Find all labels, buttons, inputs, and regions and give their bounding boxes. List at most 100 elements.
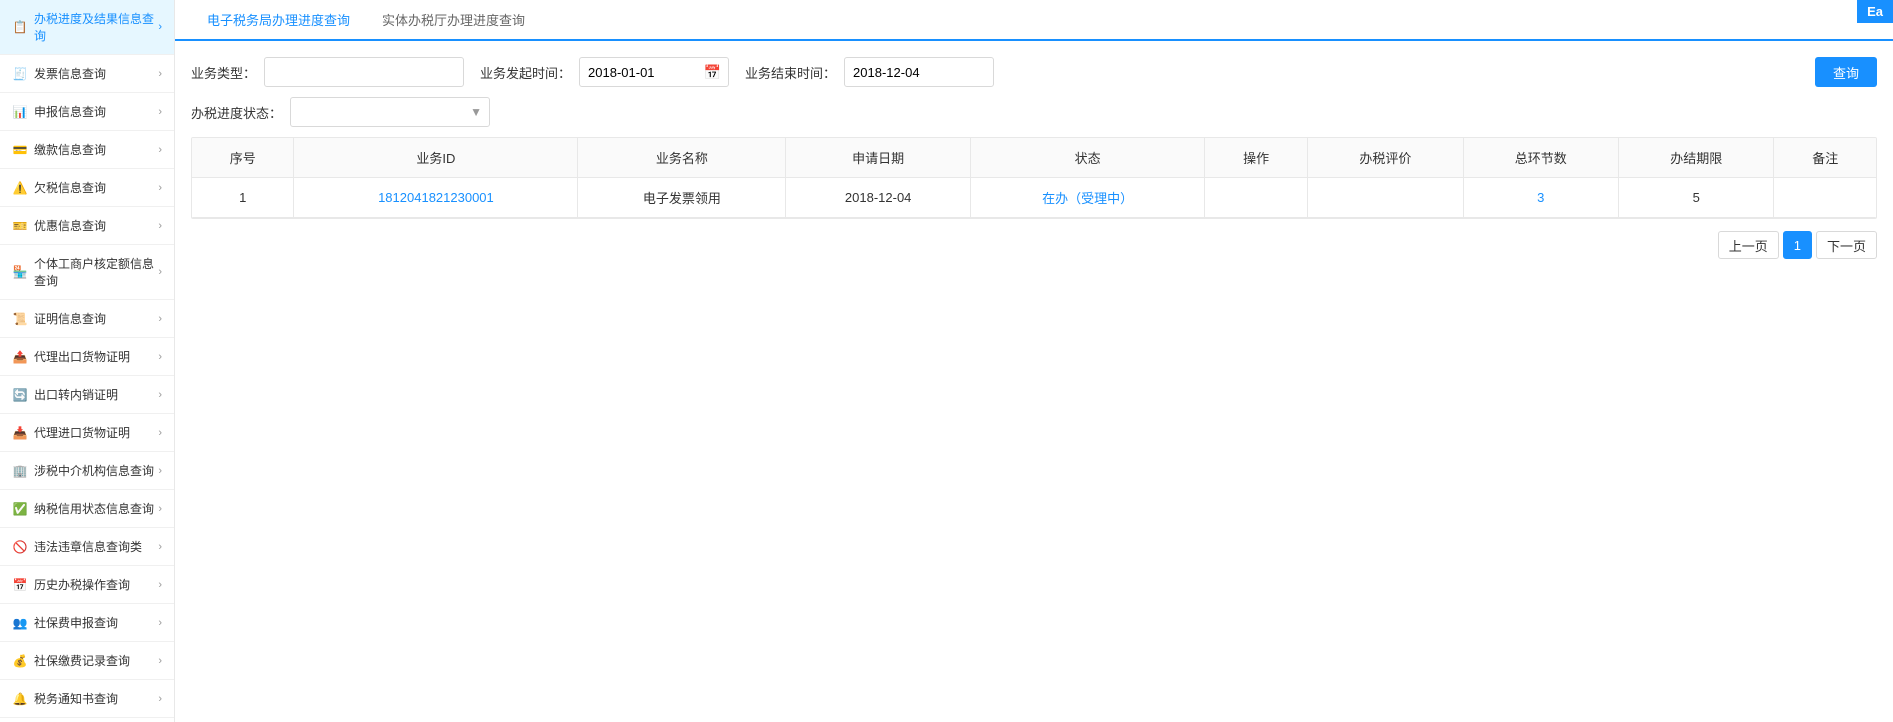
cert-icon: 📜 xyxy=(12,311,28,327)
chevron-right-icon: › xyxy=(158,693,162,705)
table-row: 11812041821230001电子发票领用2018-12-04在办（受理中）… xyxy=(192,178,1876,218)
progress-status-select[interactable] xyxy=(290,97,490,127)
col-header-0: 序号 xyxy=(192,138,294,178)
progress-status-label: 办税进度状态： xyxy=(191,103,282,122)
chevron-right-icon: › xyxy=(158,617,162,629)
sidebar-item-left: 💰 社保缴费记录查询 xyxy=(12,652,130,669)
chevron-right-icon: › xyxy=(158,655,162,667)
tab-tab-physical[interactable]: 实体办税厅办理进度查询 xyxy=(366,0,541,41)
sidebar-item-left: 📥 代理进口货物证明 xyxy=(12,424,130,441)
sidebar-item-jiao-kuan-xin-xi[interactable]: 💳 缴款信息查询 › xyxy=(0,131,174,169)
sidebar-item-label: 纳税信用状态信息查询 xyxy=(34,500,154,517)
sidebar-item-dai-li-chu-kou[interactable]: 📤 代理出口货物证明 › xyxy=(0,338,174,376)
col-header-2: 业务名称 xyxy=(578,138,786,178)
sidebar-item-label: 个体工商户核定额信息查询 xyxy=(34,255,158,289)
end-date-input[interactable] xyxy=(844,57,994,87)
start-time-label: 业务发起时间： xyxy=(480,63,571,82)
sidebar-item-fa-piao-xin-xi[interactable]: 🧾 发票信息查询 › xyxy=(0,55,174,93)
col-header-5: 操作 xyxy=(1205,138,1308,178)
cell-link[interactable]: 在办（受理中） xyxy=(1042,191,1133,206)
sidebar-item-left: 🔔 税务通知书查询 xyxy=(12,690,118,707)
chevron-right-icon: › xyxy=(158,579,162,591)
social-icon: 👥 xyxy=(12,615,28,631)
cell-link[interactable]: 3 xyxy=(1537,190,1544,205)
progress-status-field: 办税进度状态： ▼ xyxy=(191,97,490,127)
sidebar-item-label: 涉税中介机构信息查询 xyxy=(34,462,154,479)
main-content: 电子税务局办理进度查询实体办税厅办理进度查询 业务类型： 业务发起时间： 📅 业… xyxy=(175,0,1893,722)
chevron-right-icon: › xyxy=(158,503,162,515)
table-body: 11812041821230001电子发票领用2018-12-04在办（受理中）… xyxy=(192,178,1876,218)
table-cell-0-8: 5 xyxy=(1619,178,1774,218)
sidebar-item-kua-qu-yu-she-shui[interactable]: 🗺️ 跨区域涉税事项报告查询 › xyxy=(0,718,174,722)
start-time-field: 业务发起时间： 📅 xyxy=(480,57,729,87)
prev-page-button[interactable]: 上一页 xyxy=(1718,231,1779,259)
chevron-right-icon: › xyxy=(158,220,162,232)
sidebar-item-label: 申报信息查询 xyxy=(34,103,106,120)
table-cell-0-7[interactable]: 3 xyxy=(1463,178,1618,218)
chevron-right-icon: › xyxy=(158,351,162,363)
business-type-input[interactable] xyxy=(264,57,464,87)
invoice-icon: 🧾 xyxy=(12,66,28,82)
report-icon: 📊 xyxy=(12,104,28,120)
sidebar-item-zheng-ming-xin-xi[interactable]: 📜 证明信息查询 › xyxy=(0,300,174,338)
sidebar-item-she-bao-shen-bao[interactable]: 👥 社保费申报查询 › xyxy=(0,604,174,642)
page-1-button[interactable]: 1 xyxy=(1783,231,1812,259)
cell-link[interactable]: 1812041821230001 xyxy=(378,190,494,205)
end-date-wrapper xyxy=(844,57,994,87)
sidebar-item-she-shui-zhong-jie[interactable]: 🏢 涉税中介机构信息查询 › xyxy=(0,452,174,490)
chevron-right-icon: › xyxy=(158,266,162,278)
sidebar-item-she-bao-jiao-fei[interactable]: 💰 社保缴费记录查询 › xyxy=(0,642,174,680)
sidebar-item-ban-shui-jin-du[interactable]: 📋 办税进度及结果信息查询 › xyxy=(0,0,174,55)
sidebar-item-li-shi-ban-shui[interactable]: 📅 历史办税操作查询 › xyxy=(0,566,174,604)
sidebar-item-left: ✅ 纳税信用状态信息查询 xyxy=(12,500,154,517)
content-area: 业务类型： 业务发起时间： 📅 业务结束时间： 查询 xyxy=(175,41,1893,722)
chevron-right-icon: › xyxy=(158,182,162,194)
sidebar-item-label: 出口转内销证明 xyxy=(34,386,118,403)
sidebar-item-left: ⚠️ 欠税信息查询 xyxy=(12,179,106,196)
col-header-4: 状态 xyxy=(971,138,1205,178)
tab-tab-electronic[interactable]: 电子税务局办理进度查询 xyxy=(191,0,366,41)
sidebar-item-label: 违法违章信息查询类 xyxy=(34,538,142,555)
table-cell-0-4[interactable]: 在办（受理中） xyxy=(971,178,1205,218)
export-icon: 📤 xyxy=(12,349,28,365)
table-cell-0-5 xyxy=(1205,178,1308,218)
chevron-right-icon: › xyxy=(158,541,162,553)
discount-icon: 🎫 xyxy=(12,218,28,234)
sidebar-item-you-hui-xin-xi[interactable]: 🎫 优惠信息查询 › xyxy=(0,207,174,245)
progress-status-select-wrapper: ▼ xyxy=(290,97,490,127)
sidebar-item-na-shui-xin-yong[interactable]: ✅ 纳税信用状态信息查询 › xyxy=(0,490,174,528)
transfer-icon: 🔄 xyxy=(12,387,28,403)
end-time-field: 业务结束时间： xyxy=(745,57,994,87)
sidebar-item-left: 📊 申报信息查询 xyxy=(12,103,106,120)
start-date-wrapper: 📅 xyxy=(579,57,729,87)
sidebar-item-label: 发票信息查询 xyxy=(34,65,106,82)
sidebar-item-left: 📋 办税进度及结果信息查询 xyxy=(12,10,158,44)
sidebar-item-label: 代理出口货物证明 xyxy=(34,348,130,365)
table-cell-0-1[interactable]: 1812041821230001 xyxy=(294,178,578,218)
sidebar-item-dai-li-jin-kou[interactable]: 📥 代理进口货物证明 › xyxy=(0,414,174,452)
sidebar-item-label: 代理进口货物证明 xyxy=(34,424,130,441)
sidebar-item-left: 🚫 违法违章信息查询类 xyxy=(12,538,142,555)
table-header-row: 序号业务ID业务名称申请日期状态操作办税评价总环节数办结期限备注 xyxy=(192,138,1876,178)
search-button[interactable]: 查询 xyxy=(1815,57,1877,87)
business-type-label: 业务类型： xyxy=(191,63,256,82)
top-right-label: Ea xyxy=(1857,0,1893,23)
sidebar-item-ge-ti-gong-shang[interactable]: 🏪 个体工商户核定额信息查询 › xyxy=(0,245,174,300)
chevron-right-icon: › xyxy=(158,144,162,156)
sidebar-item-left: 🏪 个体工商户核定额信息查询 xyxy=(12,255,158,289)
table-cell-0-2: 电子发票领用 xyxy=(578,178,786,218)
sidebar-item-shen-bao-xin-xi[interactable]: 📊 申报信息查询 › xyxy=(0,93,174,131)
sidebar-item-qian-shui-xin-xi[interactable]: ⚠️ 欠税信息查询 › xyxy=(0,169,174,207)
sidebar-item-shui-wu-tong-zhi[interactable]: 🔔 税务通知书查询 › xyxy=(0,680,174,718)
doc-icon: 📋 xyxy=(12,19,28,35)
next-page-button[interactable]: 下一页 xyxy=(1816,231,1877,259)
tab-bar: 电子税务局办理进度查询实体办税厅办理进度查询 xyxy=(175,0,1893,41)
sidebar: 📋 办税进度及结果信息查询 › 🧾 发票信息查询 › 📊 申报信息查询 › 💳 … xyxy=(0,0,175,722)
payment-icon: 💳 xyxy=(12,142,28,158)
start-date-input[interactable] xyxy=(579,57,729,87)
chevron-right-icon: › xyxy=(158,427,162,439)
sidebar-item-chu-kou-zhuan[interactable]: 🔄 出口转内销证明 › xyxy=(0,376,174,414)
sidebar-item-label: 缴款信息查询 xyxy=(34,141,106,158)
sidebar-item-wei-fa-wei-zhang[interactable]: 🚫 违法违章信息查询类 › xyxy=(0,528,174,566)
business-type-field: 业务类型： xyxy=(191,57,464,87)
